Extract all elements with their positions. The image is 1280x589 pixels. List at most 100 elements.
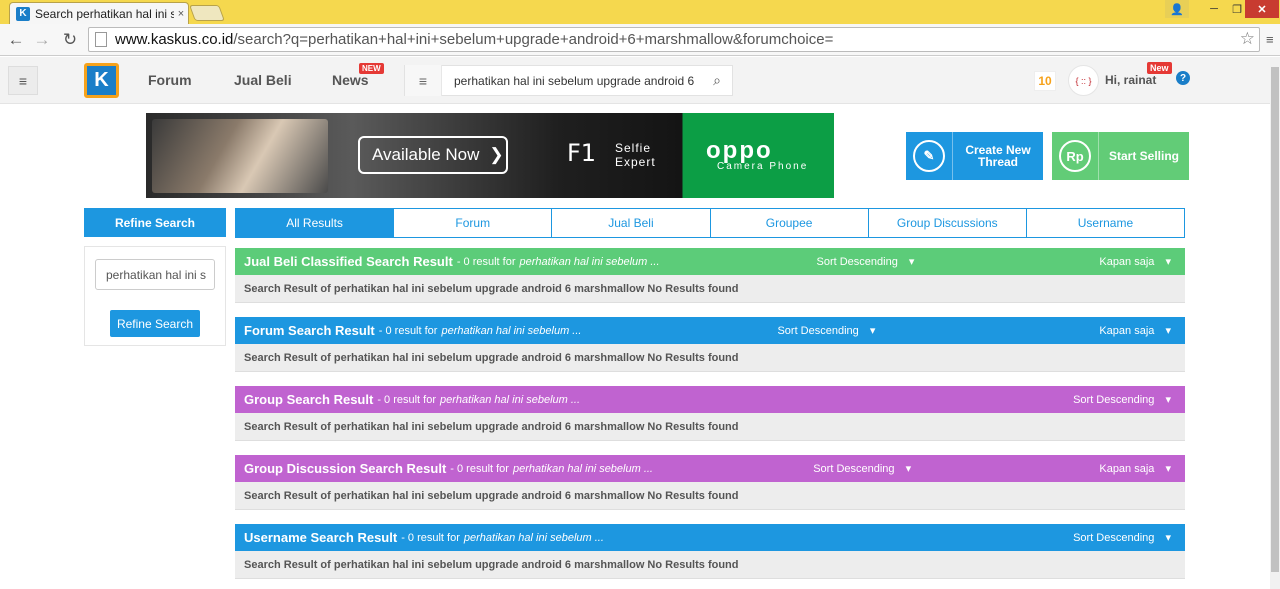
url-host: www.kaskus.co.id — [115, 31, 234, 48]
header-search: ≡ perhatikan hal ini sebelum upgrade and… — [404, 65, 733, 96]
user-greeting[interactable]: Hi, rainat — [1105, 73, 1156, 87]
no-results-message: Search Result of perhatikan hal ini sebe… — [244, 421, 739, 433]
oppo-ad-banner[interactable]: Available Now ❯ F1 Selfie Expert oppo Ca… — [146, 113, 834, 198]
username-results-section: Username Search Result - 0 result for pe… — [235, 524, 1185, 579]
create-thread-button[interactable]: ✎ Create New Thread — [906, 132, 1043, 180]
chevron-down-icon: ▾ — [908, 256, 915, 268]
chevron-down-icon: ▾ — [1165, 532, 1171, 544]
profile-icon[interactable]: 👤 — [1165, 0, 1189, 18]
refine-search-title: Refine Search — [84, 208, 226, 237]
section-header: Forum Search Result - 0 result for perha… — [235, 317, 1185, 344]
nav-forum[interactable]: Forum — [148, 72, 192, 88]
result-count: - 0 result for — [450, 462, 509, 475]
page-scrollbar[interactable] — [1270, 57, 1280, 589]
section-header: Jual Beli Classified Search Result - 0 r… — [235, 248, 1185, 275]
sort-label: Sort Descending — [1073, 394, 1155, 406]
time-filter-label: Kapan saja — [1099, 325, 1155, 337]
search-category-icon[interactable]: ≡ — [405, 65, 442, 96]
no-results-message: Search Result of perhatikan hal ini sebe… — [244, 352, 739, 364]
result-tabs: All Results Forum Jual Beli Groupee Grou… — [235, 208, 1185, 238]
jual-beli-results-section: Jual Beli Classified Search Result - 0 r… — [235, 248, 1185, 303]
bookmark-star-icon[interactable]: ☆ — [1240, 29, 1255, 49]
sort-dropdown[interactable]: Sort Descending ▾ — [1073, 393, 1171, 406]
create-thread-label: Create New Thread — [965, 143, 1031, 169]
tab-group-discussions[interactable]: Group Discussions — [867, 209, 1026, 237]
search-icon[interactable]: ⌕ — [702, 72, 732, 89]
kaskus-favicon-icon: K — [16, 6, 30, 21]
tab-title: Search perhatikan hal ini s — [35, 6, 174, 21]
help-icon[interactable]: ? — [1176, 71, 1190, 85]
section-header: Group Discussion Search Result - 0 resul… — [235, 455, 1185, 482]
refine-search-button[interactable]: Refine Search — [110, 310, 200, 337]
result-count: - 0 result for — [401, 531, 460, 544]
section-header: Group Search Result - 0 result for perha… — [235, 386, 1185, 413]
refine-search-input[interactable] — [95, 259, 215, 290]
hamburger-menu-icon[interactable]: ≡ — [8, 66, 38, 95]
scrollbar-thumb[interactable] — [1271, 67, 1279, 572]
forward-button[interactable]: → — [30, 28, 54, 52]
banner-brand-sub: Camera Phone — [717, 161, 809, 172]
user-new-badge: New — [1147, 62, 1172, 74]
chevron-down-icon: ▾ — [1165, 256, 1171, 268]
notification-count[interactable]: 10 — [1034, 71, 1056, 91]
chevron-down-icon: ▾ — [1165, 325, 1171, 337]
group-results-section: Group Search Result - 0 result for perha… — [235, 386, 1185, 441]
tab-jual-beli[interactable]: Jual Beli — [551, 209, 709, 237]
site-header: ≡ K Forum Jual Beli News NEW ≡ perhatika… — [0, 57, 1280, 104]
url-path: /search?q=perhatikan+hal+ini+sebelum+upg… — [233, 31, 834, 48]
nav-news[interactable]: News — [332, 72, 369, 88]
avatar[interactable]: { :: } — [1068, 65, 1099, 96]
nav-jual-beli[interactable]: Jual Beli — [234, 72, 292, 88]
section-title: Jual Beli Classified Search Result — [244, 254, 453, 269]
address-bar[interactable]: www.kaskus.co.id /search?q=perhatikan+ha… — [88, 27, 1260, 52]
chevron-down-icon: ▾ — [1165, 463, 1171, 475]
browser-titlebar: K Search perhatikan hal ini s × 👤 ─ ❐ ✕ — [0, 0, 1280, 24]
tab-groupee[interactable]: Groupee — [709, 209, 868, 237]
browser-menu-icon[interactable]: ≡ — [1266, 32, 1280, 47]
sort-dropdown[interactable]: Sort Descending ▾ — [816, 255, 914, 268]
time-filter-dropdown[interactable]: Kapan saja ▾ — [1099, 324, 1171, 337]
start-selling-label: Start Selling — [1108, 149, 1179, 163]
sort-label: Sort Descending — [777, 325, 859, 337]
news-new-badge: NEW — [359, 63, 384, 74]
reload-button[interactable]: ↻ — [58, 28, 82, 52]
new-tab-button[interactable] — [189, 5, 225, 21]
time-filter-label: Kapan saja — [1099, 463, 1155, 475]
time-filter-dropdown[interactable]: Kapan saja ▾ — [1099, 255, 1171, 268]
forum-results-section: Forum Search Result - 0 result for perha… — [235, 317, 1185, 372]
banner-model: F1 — [567, 139, 597, 167]
browser-tab[interactable]: K Search perhatikan hal ini s × — [9, 2, 189, 24]
section-header: Username Search Result - 0 result for pe… — [235, 524, 1185, 551]
rupiah-icon: Rp — [1059, 140, 1091, 172]
sort-dropdown[interactable]: Sort Descending ▾ — [813, 462, 911, 475]
kaskus-logo[interactable]: K — [84, 63, 119, 98]
result-query: perhatikan hal ini sebelum ... — [440, 393, 581, 406]
result-count: - 0 result for — [378, 324, 438, 337]
refine-search-panel: Refine Search — [84, 246, 226, 346]
close-window-button[interactable]: ✕ — [1245, 0, 1279, 18]
back-button[interactable]: ← — [4, 28, 28, 52]
tab-close-icon[interactable]: × — [174, 8, 188, 20]
banner-tagline-1: Selfie — [615, 141, 652, 155]
arrow-right-icon: ❯ — [489, 145, 504, 164]
browser-toolbar: ← → ↻ www.kaskus.co.id /search?q=perhati… — [0, 24, 1280, 56]
sort-label: Sort Descending — [813, 463, 895, 475]
sort-dropdown[interactable]: Sort Descending ▾ — [1073, 531, 1171, 544]
header-search-input[interactable]: perhatikan hal ini sebelum upgrade andro… — [442, 74, 702, 88]
time-filter-dropdown[interactable]: Kapan saja ▾ — [1099, 462, 1171, 475]
start-selling-button[interactable]: Rp Start Selling — [1052, 132, 1189, 180]
sort-label: Sort Descending — [816, 256, 898, 268]
result-query: perhatikan hal ini sebelum ... — [463, 531, 604, 544]
page-icon — [95, 32, 107, 47]
tab-all-results[interactable]: All Results — [236, 209, 394, 237]
no-results-message: Search Result of perhatikan hal ini sebe… — [244, 283, 739, 295]
section-title: Group Search Result — [244, 392, 374, 407]
section-title: Forum Search Result — [244, 323, 375, 338]
chevron-down-icon: ▾ — [869, 325, 876, 337]
tab-forum[interactable]: Forum — [393, 209, 551, 237]
sort-dropdown[interactable]: Sort Descending ▾ — [777, 324, 875, 337]
chevron-down-icon: ▾ — [905, 463, 912, 475]
tab-username[interactable]: Username — [1025, 209, 1184, 237]
result-query: perhatikan hal ini sebelum ... — [441, 324, 582, 337]
section-title: Username Search Result — [244, 530, 398, 545]
